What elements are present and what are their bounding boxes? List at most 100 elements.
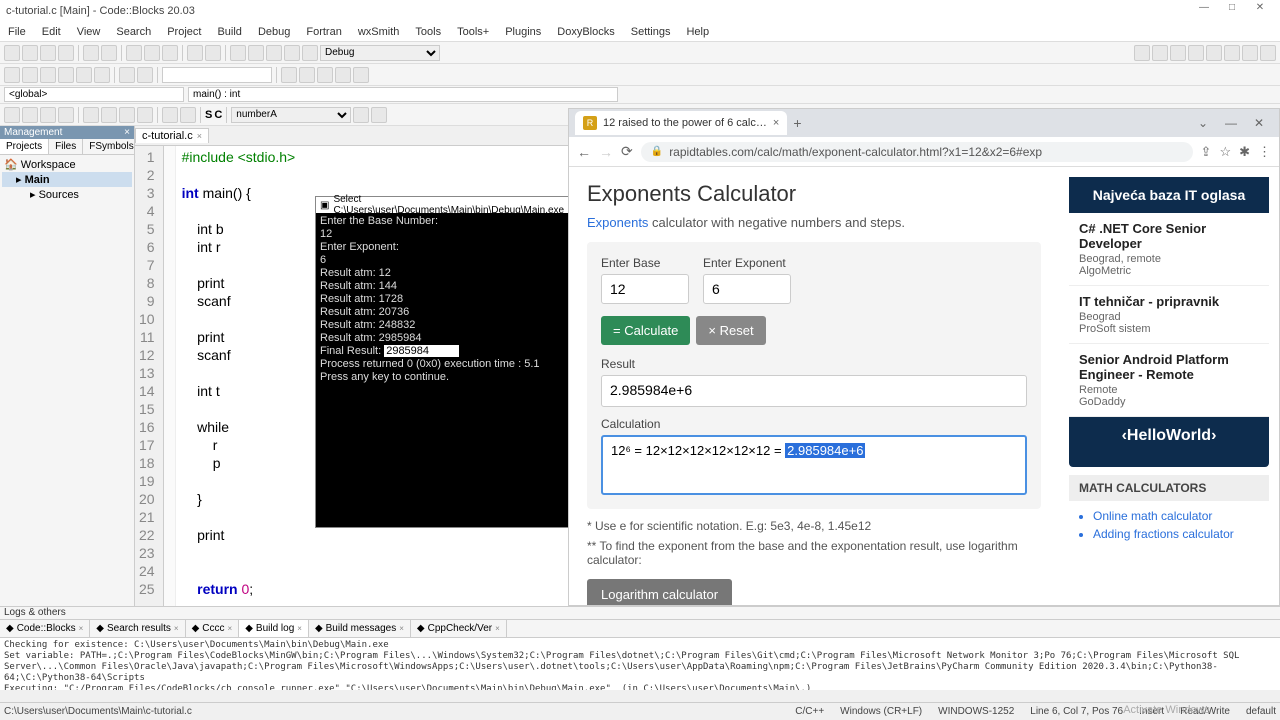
cpu-icon[interactable] xyxy=(353,67,369,83)
step-in-icon[interactable] xyxy=(58,67,74,83)
redo-icon[interactable] xyxy=(101,45,117,61)
log-tab-cccc[interactable]: ◆Cccc× xyxy=(186,620,240,637)
menu-wxsmith[interactable]: wxSmith xyxy=(350,24,408,40)
build-run-icon[interactable] xyxy=(266,45,282,61)
cut-icon[interactable] xyxy=(126,45,142,61)
save-all-icon[interactable] xyxy=(58,45,74,61)
scope-func-select[interactable]: main() : int xyxy=(188,87,618,102)
reload-button[interactable]: ⟳ xyxy=(621,143,633,160)
box7-icon[interactable] xyxy=(119,107,135,123)
console-body[interactable]: Enter the Base Number:12Enter Exponent:6… xyxy=(316,213,569,386)
calculation-output[interactable]: 12⁶ = 12×12×12×12×12×12 = 2.985984e+6 xyxy=(601,435,1027,495)
menu-search[interactable]: Search xyxy=(108,24,159,40)
threads-icon[interactable] xyxy=(317,67,333,83)
console-title[interactable]: ▣ Select C:\Users\user\Documents\Main\bi… xyxy=(316,197,569,213)
symbol-refresh-icon[interactable] xyxy=(371,107,387,123)
step-out2-icon[interactable] xyxy=(76,67,92,83)
step-over-icon[interactable] xyxy=(1188,45,1204,61)
box3-icon[interactable] xyxy=(40,107,56,123)
ad-job[interactable]: C# .NET Core Senior DeveloperBeograd, re… xyxy=(1069,213,1269,286)
zoom-out-icon[interactable] xyxy=(180,107,196,123)
log-body[interactable]: Checking for existence: C:\Users\user\Do… xyxy=(0,638,1280,690)
browser-dropdown-icon[interactable]: ⌄ xyxy=(1189,116,1217,130)
back-button[interactable]: ← xyxy=(577,144,591,160)
zoom-in-icon[interactable] xyxy=(162,107,178,123)
browser-minimize-button[interactable]: ― xyxy=(1217,116,1245,130)
find-icon[interactable] xyxy=(187,45,203,61)
paste-icon[interactable] xyxy=(162,45,178,61)
menu-doxyblocks[interactable]: DoxyBlocks xyxy=(549,24,622,40)
debug-icon[interactable] xyxy=(4,67,20,83)
menu-debug[interactable]: Debug xyxy=(250,24,298,40)
minimize-button[interactable]: ― xyxy=(1190,2,1218,20)
menu-file[interactable]: File xyxy=(0,24,34,40)
ad-job[interactable]: IT tehničar - pripravnikBeogradProSoft s… xyxy=(1069,286,1269,344)
menu-help[interactable]: Help xyxy=(678,24,717,40)
new-tab-button[interactable]: + xyxy=(793,115,801,131)
exponents-link[interactable]: Exponents xyxy=(587,215,648,230)
code-content[interactable]: #include <stdio.h>int main() { int b int… xyxy=(176,146,302,606)
log-tab-buildmessages[interactable]: ◆Build messages× xyxy=(309,620,411,637)
menu-view[interactable]: View xyxy=(69,24,109,40)
close-button[interactable]: ✕ xyxy=(1246,2,1274,20)
symbol-select[interactable]: numberA xyxy=(231,107,351,123)
watch-icon[interactable] xyxy=(281,67,297,83)
abort-icon[interactable] xyxy=(302,45,318,61)
ad-block[interactable]: Najveća baza IT oglasa C# .NET Core Seni… xyxy=(1069,177,1269,467)
box2-icon[interactable] xyxy=(22,107,38,123)
box6-icon[interactable] xyxy=(101,107,117,123)
save-icon[interactable] xyxy=(40,45,56,61)
mgmt-tab-files[interactable]: Files xyxy=(49,139,83,154)
menu-fortran[interactable]: Fortran xyxy=(298,24,349,40)
symbol-go-icon[interactable] xyxy=(353,107,369,123)
browser-tab-active[interactable]: R 12 raised to the power of 6 calc… × xyxy=(575,111,787,135)
menu-tools[interactable]: Tools xyxy=(407,24,449,40)
forward-button[interactable]: → xyxy=(599,144,613,160)
replace-icon[interactable] xyxy=(205,45,221,61)
scope-global-select[interactable]: <global> xyxy=(4,87,184,102)
log-tab-cppcheckver[interactable]: ◆CppCheck/Ver× xyxy=(411,620,507,637)
menu-build[interactable]: Build xyxy=(209,24,249,40)
debug-expr-input[interactable] xyxy=(162,67,272,83)
debug-stop-icon[interactable] xyxy=(1170,45,1186,61)
log-tab-codeblocks[interactable]: ◆Code::Blocks× xyxy=(0,620,90,637)
new-file-icon[interactable] xyxy=(4,45,20,61)
undo-icon[interactable] xyxy=(83,45,99,61)
run-icon[interactable] xyxy=(248,45,264,61)
break-icon[interactable] xyxy=(119,67,135,83)
continue-icon[interactable] xyxy=(1242,45,1258,61)
maximize-button[interactable]: □ xyxy=(1218,2,1246,20)
box5-icon[interactable] xyxy=(83,107,99,123)
menu-edit[interactable]: Edit xyxy=(34,24,69,40)
next-line-icon[interactable] xyxy=(40,67,56,83)
next-instr-icon[interactable] xyxy=(94,67,110,83)
tree-workspace[interactable]: 🏠 Workspace xyxy=(2,157,132,172)
calculate-button[interactable]: = Calculate xyxy=(601,316,690,345)
rebuild-icon[interactable] xyxy=(284,45,300,61)
menu-settings[interactable]: Settings xyxy=(623,24,679,40)
file-tab-c-tutorial[interactable]: c-tutorial.c × xyxy=(135,128,209,143)
url-input[interactable]: 🔒 rapidtables.com/calc/math/exponent-cal… xyxy=(641,142,1193,162)
mgmt-tab-fsymbols[interactable]: FSymbols xyxy=(83,139,140,154)
run-to-cursor-icon[interactable] xyxy=(22,67,38,83)
menu-project[interactable]: Project xyxy=(159,24,209,40)
menu-plugins[interactable]: Plugins xyxy=(497,24,549,40)
open-file-icon[interactable] xyxy=(22,45,38,61)
math-calc-link[interactable]: Online math calculator xyxy=(1093,507,1269,525)
management-close-icon[interactable]: × xyxy=(124,127,130,138)
input-base[interactable] xyxy=(601,274,689,304)
memdump-icon[interactable] xyxy=(335,67,351,83)
build-icon[interactable] xyxy=(230,45,246,61)
tab-close-icon[interactable]: × xyxy=(773,117,779,129)
callstack-icon[interactable] xyxy=(299,67,315,83)
copy-icon[interactable] xyxy=(144,45,160,61)
extensions-icon[interactable]: ✱ xyxy=(1239,144,1250,160)
file-tab-close-icon[interactable]: × xyxy=(197,131,202,141)
box8-icon[interactable] xyxy=(137,107,153,123)
mgmt-tab-projects[interactable]: Projects xyxy=(0,139,49,154)
console-window[interactable]: ▣ Select C:\Users\user\Documents\Main\bi… xyxy=(315,196,570,528)
build-target-select[interactable]: Debug xyxy=(320,45,440,61)
debug-pause-icon[interactable] xyxy=(1152,45,1168,61)
step-into-icon[interactable] xyxy=(1206,45,1222,61)
input-exponent[interactable] xyxy=(703,274,791,304)
